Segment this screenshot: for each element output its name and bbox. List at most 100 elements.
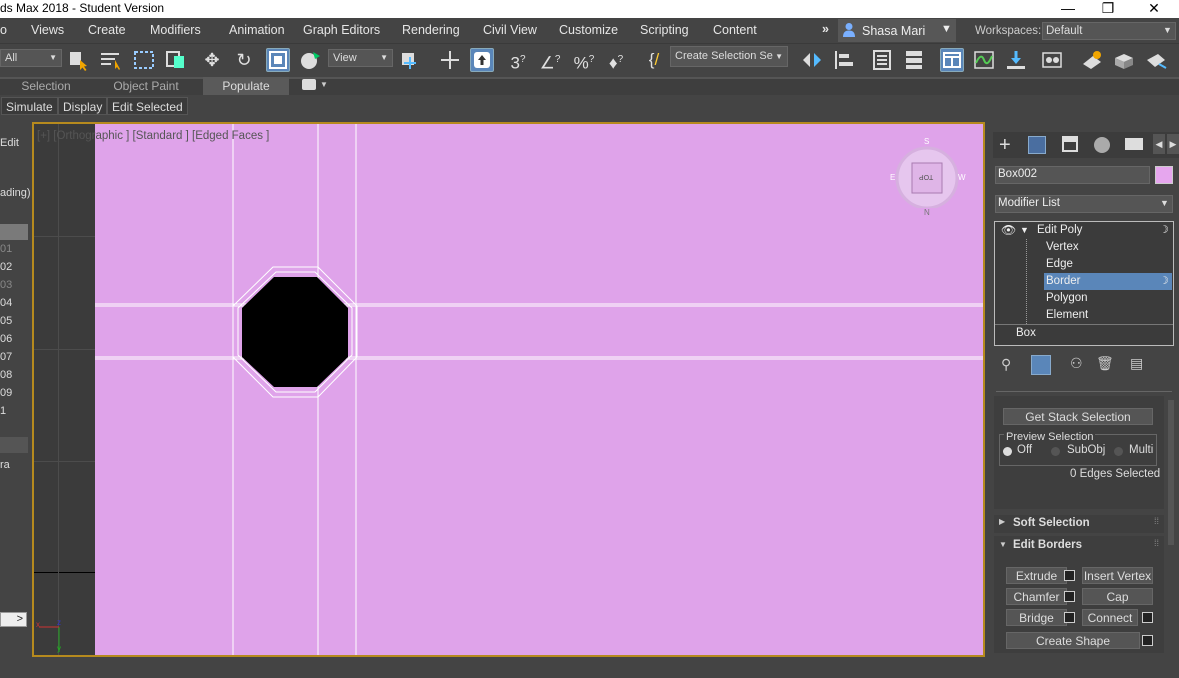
chamfer-settings-icon[interactable] [1064, 591, 1075, 602]
modifier-list-dropdown[interactable]: Modifier List ▼ [995, 195, 1173, 213]
configure-modifier-sets-icon[interactable]: ▤ [1130, 355, 1143, 372]
show-end-result-icon[interactable] [1031, 355, 1051, 375]
menu-overflow-button[interactable]: » [822, 22, 829, 36]
scale-icon[interactable] [266, 48, 290, 72]
list-item[interactable]: 08 [0, 366, 28, 384]
menu-item-create[interactable]: Create [88, 23, 126, 37]
menu-item-rendering[interactable]: Rendering [402, 23, 460, 37]
menu-item-file[interactable]: o [0, 23, 7, 37]
user-account-dropdown[interactable]: Shasa Mari ▼ [838, 19, 956, 42]
ribbon-options-icon[interactable] [302, 79, 316, 90]
spinner-snap-icon[interactable]: ♦? [604, 48, 628, 73]
pin-stack-icon[interactable]: ⚲ [1001, 356, 1011, 373]
menu-item-graph-editors[interactable]: Graph Editors [303, 23, 380, 37]
menu-item-content[interactable]: Content [713, 23, 757, 37]
close-button[interactable]: ✕ [1132, 0, 1176, 18]
list-item[interactable]: 1 [0, 402, 28, 420]
menu-item-customize[interactable]: Customize [559, 23, 618, 37]
connect-settings-icon[interactable] [1142, 612, 1153, 623]
expanded-triangle-icon[interactable]: ▼ [999, 540, 1007, 549]
stack-item-edit-poly[interactable]: Edit Poly [1037, 222, 1082, 239]
menu-item-animation[interactable]: Animation [229, 23, 285, 37]
remove-modifier-icon[interactable]: 🗑 [1096, 355, 1114, 372]
list-item-selected[interactable] [0, 224, 28, 240]
bridge-settings-icon[interactable] [1064, 612, 1075, 623]
motion-tab-icon[interactable] [1094, 137, 1110, 153]
list-item[interactable]: 03 [0, 276, 28, 294]
viewport-canvas[interactable]: TOP S N E W [95, 124, 983, 655]
list-item[interactable]: 02 [0, 258, 28, 276]
reference-coordinate-dropdown[interactable]: View ▼ [328, 49, 393, 67]
viewport-label[interactable]: [+] [Orthographic ] [Standard ] [Edged F… [37, 130, 269, 142]
place-icon[interactable] [298, 48, 322, 72]
radio-multi-label[interactable]: Multi [1129, 444, 1153, 456]
insert-vertex-button[interactable]: Insert Vertex [1082, 567, 1153, 584]
create-shape-button[interactable]: Create Shape [1006, 632, 1140, 649]
viewcube[interactable]: TOP S N E W [890, 137, 966, 217]
chevron-down-icon[interactable]: ▼ [320, 80, 328, 89]
radio-multi-icon[interactable] [1114, 447, 1123, 456]
toggle-command-panel-icon[interactable] [940, 48, 964, 72]
list-item[interactable]: 07 [0, 348, 28, 366]
scroll-right-icon[interactable]: ▶ [1167, 134, 1179, 154]
eye-icon[interactable]: 👁 [1001, 222, 1016, 239]
expand-panel-button[interactable]: > [0, 612, 27, 627]
ribbon-tab-object-paint[interactable]: Object Paint [100, 77, 192, 95]
list-item[interactable]: ra [0, 456, 28, 474]
create-tab-icon[interactable]: + [999, 135, 1011, 155]
ribbon-tab-selection[interactable]: Selection [10, 77, 82, 95]
selection-filter-dropdown[interactable]: All ▼ [0, 49, 62, 67]
mirror-icon[interactable] [800, 48, 824, 72]
stack-item-polygon[interactable]: Polygon [1046, 290, 1088, 307]
minimize-button[interactable]: — [1046, 0, 1090, 18]
edit-named-selection-icon[interactable]: {/ [642, 48, 666, 72]
scene-explorer-tab-edit-selected[interactable]: Edit Selected [107, 97, 188, 115]
scroll-left-icon[interactable]: ◀ [1153, 134, 1165, 154]
material-editor-icon[interactable] [1040, 48, 1064, 72]
edit-borders-label[interactable]: Edit Borders [1013, 539, 1082, 551]
list-item[interactable]: 06 [0, 330, 28, 348]
list-item[interactable]: Edit [0, 134, 28, 152]
rotate-icon[interactable]: ↻ [232, 48, 256, 72]
workspace-dropdown[interactable]: Default ▼ [1042, 22, 1176, 40]
schematic-view-icon[interactable] [1004, 48, 1028, 72]
box-object-geometry[interactable] [95, 124, 983, 655]
select-and-manipulate-icon[interactable] [438, 48, 462, 72]
create-shape-settings-icon[interactable] [1142, 635, 1153, 646]
menu-item-scripting[interactable]: Scripting [640, 23, 689, 37]
radio-off-label[interactable]: Off [1017, 444, 1032, 456]
restore-button[interactable]: ❐ [1086, 0, 1130, 18]
drag-handle-icon[interactable]: ⁞⁞ [1154, 538, 1159, 548]
get-stack-selection-button[interactable]: Get Stack Selection [1003, 408, 1153, 425]
display-tab-icon[interactable] [1125, 138, 1143, 150]
stack-item-box[interactable]: Box [1016, 325, 1036, 342]
object-color-swatch[interactable] [1155, 166, 1173, 184]
percent-snap-icon[interactable]: %? [572, 48, 596, 73]
snaps-toggle-icon[interactable]: 3? [506, 48, 530, 73]
list-item[interactable]: 04 [0, 294, 28, 312]
chamfer-button[interactable]: Chamfer [1006, 588, 1067, 605]
list-item[interactable]: 01 [0, 240, 28, 258]
stack-item-edge[interactable]: Edge [1046, 256, 1073, 273]
stack-item-element[interactable]: Element [1046, 307, 1088, 324]
hierarchy-tab-icon[interactable] [1062, 136, 1078, 152]
stack-item-vertex[interactable]: Vertex [1046, 239, 1079, 256]
scene-explorer-tab-display[interactable]: Display [58, 97, 108, 115]
keyboard-shortcut-override-icon[interactable] [470, 48, 494, 72]
move-icon[interactable]: ✥ [200, 48, 224, 72]
menu-item-civil-view[interactable]: Civil View [483, 23, 537, 37]
make-unique-icon[interactable]: ⚇ [1070, 355, 1083, 372]
modifier-toggle-icon[interactable]: ☽ [1159, 222, 1169, 239]
select-by-name-icon[interactable] [98, 48, 122, 72]
angle-snap-icon[interactable]: ∠? [538, 48, 562, 73]
menu-item-views[interactable]: Views [31, 23, 64, 37]
radio-off-icon[interactable] [1003, 447, 1012, 456]
rectangular-selection-icon[interactable] [132, 48, 156, 72]
radio-subobj-label[interactable]: SubObj [1067, 444, 1105, 456]
modifier-toggle-icon[interactable]: ☽ [1159, 273, 1169, 290]
curve-editor-icon[interactable] [972, 48, 996, 72]
list-item[interactable]: ading) [0, 184, 31, 202]
connect-button[interactable]: Connect [1082, 609, 1138, 626]
ribbon-tab-populate[interactable]: Populate [203, 77, 289, 95]
command-panel-scrollbar[interactable] [1168, 400, 1174, 545]
